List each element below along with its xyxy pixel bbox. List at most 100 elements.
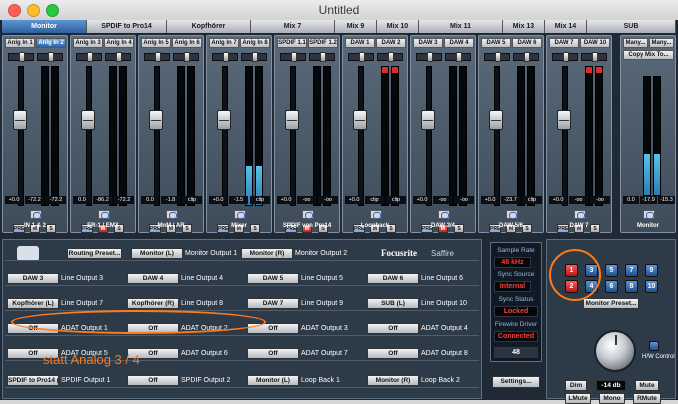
- stereo-link-icon[interactable]: [302, 210, 314, 219]
- stereo-link-icon[interactable]: [574, 210, 586, 219]
- tab-spdif-to-pro14[interactable]: SPDIF to Pro14: [87, 20, 167, 33]
- mute-button[interactable]: Mute: [635, 380, 659, 391]
- output-source-select[interactable]: Kopfhörer (L): [7, 298, 59, 309]
- stereo-link-icon[interactable]: [370, 210, 382, 219]
- pan-left-slider[interactable]: [484, 52, 510, 62]
- stereo-link-icon[interactable]: [438, 210, 450, 219]
- stereo-link-icon[interactable]: [30, 210, 42, 219]
- speaker-output-button[interactable]: 6: [605, 280, 618, 293]
- input-select-b[interactable]: SPDIF 1.2: [308, 38, 338, 48]
- input-select-b[interactable]: DAW 6: [512, 38, 542, 48]
- pan-left-slider[interactable]: [144, 52, 170, 62]
- input-select-b[interactable]: DAW 2: [376, 38, 406, 48]
- fader-handle[interactable]: [489, 110, 503, 130]
- monitor-volume-knob[interactable]: [594, 330, 636, 372]
- tab-mix-7[interactable]: Mix 7: [251, 20, 335, 33]
- speaker-output-button[interactable]: 9: [645, 264, 658, 277]
- input-select-b[interactable]: Anlg In 2: [36, 38, 66, 48]
- output-source-select[interactable]: Off: [367, 348, 419, 359]
- fader-handle[interactable]: [13, 110, 27, 130]
- pan-left-slider[interactable]: [416, 52, 442, 62]
- output-source-select[interactable]: DAW 7: [247, 298, 299, 309]
- settings-button[interactable]: Settings...: [492, 376, 540, 388]
- tab-mix-10[interactable]: Mix 10: [377, 20, 419, 33]
- output-source-select[interactable]: Off: [367, 323, 419, 334]
- input-select-b[interactable]: Anlg In 8: [240, 38, 270, 48]
- monitor-input-a[interactable]: Many...: [623, 38, 648, 48]
- output-source-select[interactable]: DAW 5: [247, 273, 299, 284]
- speaker-output-button[interactable]: 8: [625, 280, 638, 293]
- fader-handle[interactable]: [285, 110, 299, 130]
- pan-right-slider[interactable]: [37, 52, 63, 62]
- speaker-output-button[interactable]: 7: [625, 264, 638, 277]
- pan-right-slider[interactable]: [173, 52, 199, 62]
- pan-left-slider[interactable]: [76, 52, 102, 62]
- speaker-output-button[interactable]: 10: [645, 280, 658, 293]
- fader-handle[interactable]: [353, 110, 367, 130]
- output-source-select[interactable]: SPDIF to Pro14 (L): [7, 375, 59, 386]
- mono-button[interactable]: Mono: [599, 393, 625, 404]
- tab-kopfhoerer[interactable]: Kopfhörer: [167, 20, 251, 33]
- input-select-b[interactable]: DAW 4: [444, 38, 474, 48]
- output-source-select[interactable]: SUB (L): [367, 298, 419, 309]
- output-source-select[interactable]: DAW 4: [127, 273, 179, 284]
- output-source-select[interactable]: Off: [247, 348, 299, 359]
- pan-left-slider[interactable]: [552, 52, 578, 62]
- hw-control-toggle[interactable]: [649, 341, 659, 351]
- input-select-a[interactable]: SPDIF 1.1: [277, 38, 307, 48]
- sample-rate-select[interactable]: 48 kHz: [494, 257, 531, 268]
- pan-right-slider[interactable]: [445, 52, 471, 62]
- monitor-preset-button[interactable]: Monitor Preset...: [583, 298, 639, 309]
- output-source-select[interactable]: Monitor (R): [241, 248, 293, 259]
- output-source-select[interactable]: Monitor (L): [131, 248, 183, 259]
- pan-right-slider[interactable]: [241, 52, 267, 62]
- output-source-select[interactable]: DAW 3: [7, 273, 59, 284]
- pan-right-slider[interactable]: [581, 52, 607, 62]
- input-select-a[interactable]: DAW 1: [345, 38, 375, 48]
- pan-right-slider[interactable]: [513, 52, 539, 62]
- stereo-link-icon[interactable]: [166, 210, 178, 219]
- input-select-a[interactable]: Anlg In 1: [5, 38, 35, 48]
- sync-source-select[interactable]: Internal: [494, 281, 531, 292]
- copy-mix-button[interactable]: Copy Mix To...: [623, 50, 674, 60]
- dim-button[interactable]: Dim: [565, 380, 587, 391]
- speaker-output-button[interactable]: 5: [605, 264, 618, 277]
- lmute-button[interactable]: LMute: [565, 393, 591, 404]
- monitor-link-icon[interactable]: [643, 210, 655, 219]
- tab-sub[interactable]: SUB: [587, 20, 676, 33]
- pan-right-slider[interactable]: [377, 52, 403, 62]
- input-select-a[interactable]: DAW 3: [413, 38, 443, 48]
- rmute-button[interactable]: RMute: [633, 393, 661, 404]
- tab-mix-13[interactable]: Mix 13: [503, 20, 545, 33]
- input-select-b[interactable]: Anlg In 4: [104, 38, 134, 48]
- tab-mix-14[interactable]: Mix 14: [545, 20, 587, 33]
- pan-left-slider[interactable]: [212, 52, 238, 62]
- stereo-link-icon[interactable]: [98, 210, 110, 219]
- pan-right-slider[interactable]: [105, 52, 131, 62]
- output-source-select[interactable]: Kopfhörer (R): [127, 298, 179, 309]
- fader-handle[interactable]: [217, 110, 231, 130]
- monitor-input-b[interactable]: Many...: [649, 38, 674, 48]
- tab-mix-9[interactable]: Mix 9: [335, 20, 377, 33]
- pan-left-slider[interactable]: [280, 52, 306, 62]
- routing-preset-button[interactable]: Routing Preset...: [67, 248, 122, 259]
- tab-monitor[interactable]: Monitor: [2, 20, 87, 33]
- pan-right-slider[interactable]: [309, 52, 335, 62]
- output-source-select[interactable]: Off: [127, 375, 179, 386]
- fader-handle[interactable]: [81, 110, 95, 130]
- output-source-select[interactable]: Monitor (L): [247, 375, 299, 386]
- input-select-a[interactable]: Anlg In 7: [209, 38, 239, 48]
- input-select-b[interactable]: DAW 10: [580, 38, 610, 48]
- input-select-a[interactable]: Anlg In 3: [73, 38, 103, 48]
- tab-mix-11[interactable]: Mix 11: [419, 20, 503, 33]
- pan-left-slider[interactable]: [8, 52, 34, 62]
- fader-handle[interactable]: [149, 110, 163, 130]
- input-select-b[interactable]: Anlg In 6: [172, 38, 202, 48]
- input-select-a[interactable]: Anlg In 5: [141, 38, 171, 48]
- stereo-link-icon[interactable]: [234, 210, 246, 219]
- pan-left-slider[interactable]: [348, 52, 374, 62]
- fader-handle[interactable]: [557, 110, 571, 130]
- input-select-a[interactable]: DAW 5: [481, 38, 511, 48]
- output-source-select[interactable]: Monitor (R): [367, 375, 419, 386]
- fader-handle[interactable]: [421, 110, 435, 130]
